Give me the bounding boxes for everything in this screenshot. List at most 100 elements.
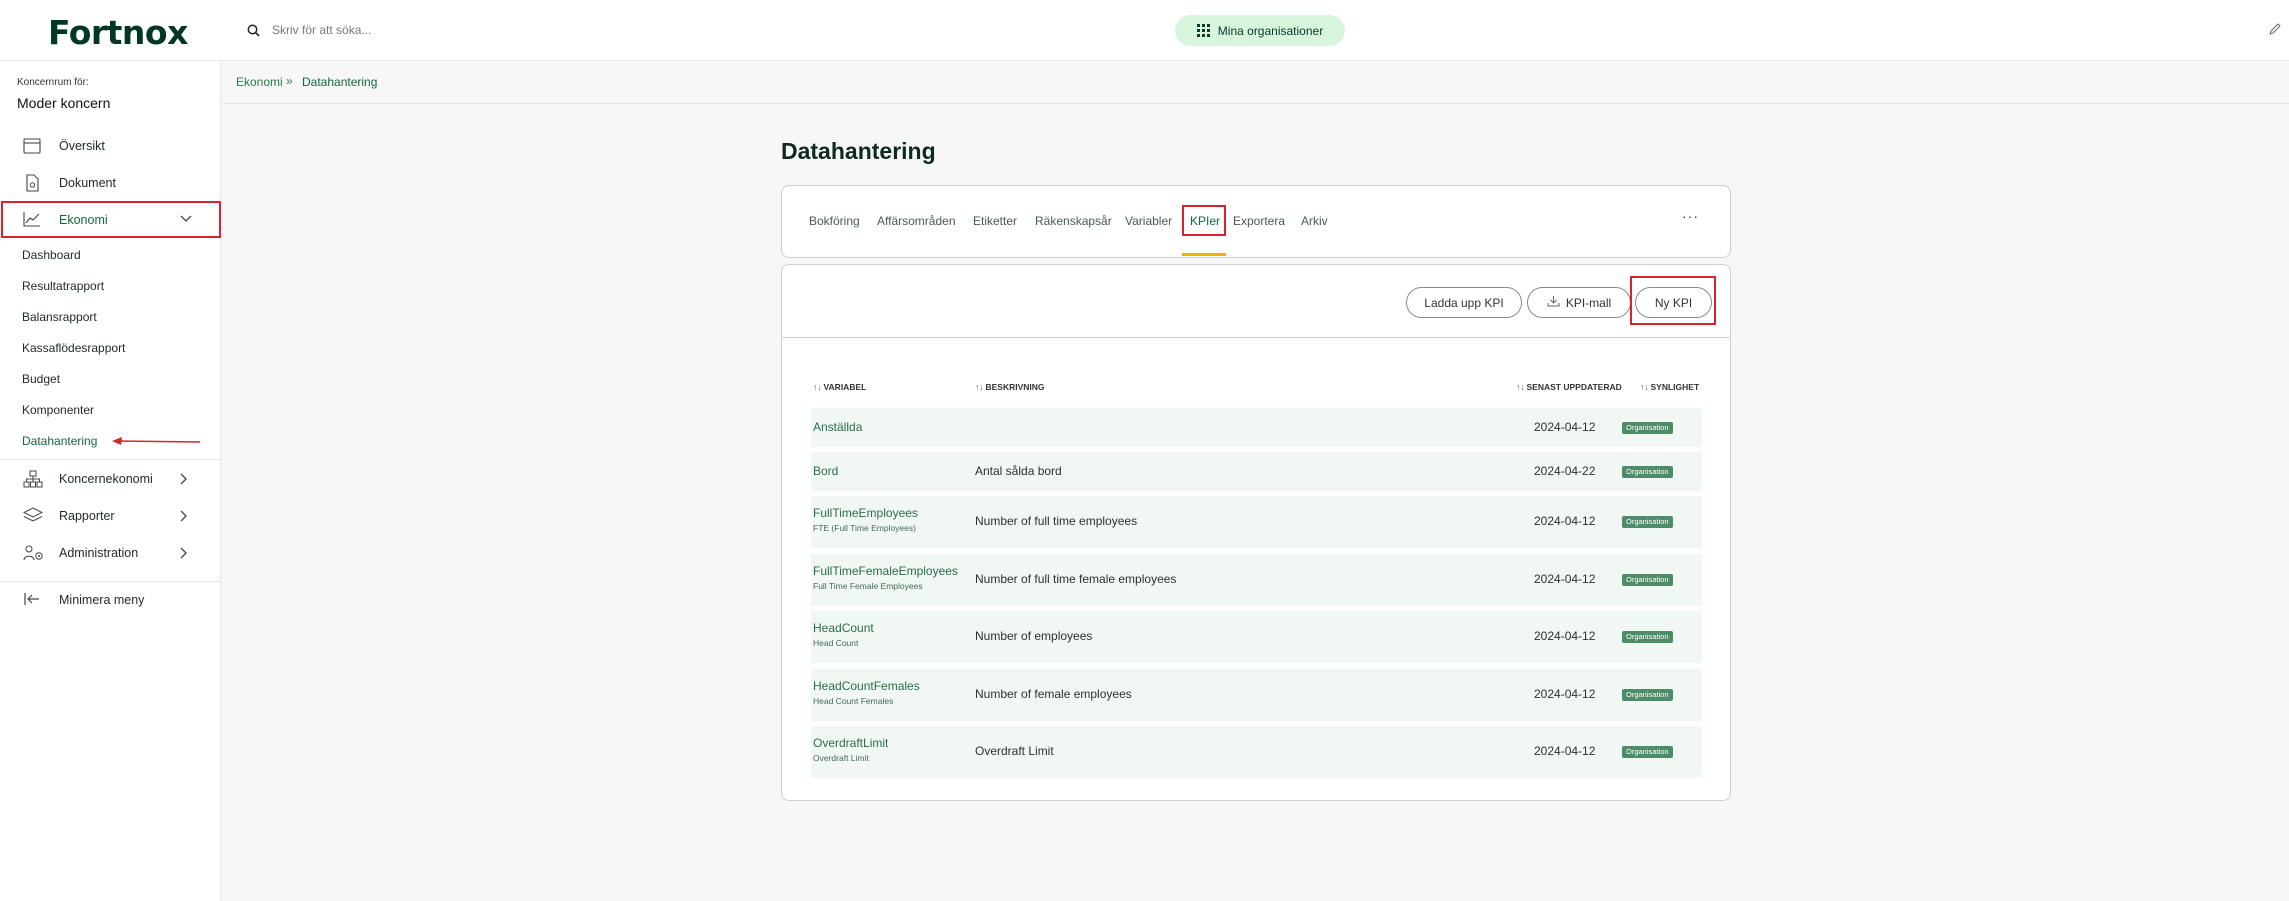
pencil-icon[interactable] [2268, 22, 2282, 41]
sidebar-subitem-kassaflodesrapport[interactable]: Kassaflödesrapport [22, 341, 125, 355]
cell-variable[interactable]: FullTimeEmployees [813, 506, 918, 520]
tab-kpier[interactable]: KPIer [1190, 214, 1220, 228]
breadcrumb: Ekonomi » Datahantering [222, 61, 2289, 104]
cell-updated: 2024-04-12 [1534, 514, 1596, 528]
sidebar-subitem-dashboard[interactable]: Dashboard [22, 248, 81, 262]
sidebar-divider [0, 459, 221, 460]
header-label: BESKRIVNING [985, 382, 1045, 392]
cell-variable[interactable]: HeadCount [813, 621, 874, 635]
column-header-senast-uppdaterad[interactable]: ↑↓ SENAST UPPDATERAD [1516, 382, 1622, 392]
column-header-variabel[interactable]: ↑↓ VARIABEL [813, 382, 866, 392]
sidebar-item-label: Administration [59, 546, 139, 560]
tab-variabler[interactable]: Variabler [1125, 214, 1172, 228]
tab-bokforing[interactable]: Bokföring [809, 214, 860, 228]
tab-exportera[interactable]: Exportera [1233, 214, 1285, 228]
visibility-badge: Organisation [1622, 631, 1673, 643]
cell-updated: 2024-04-12 [1534, 744, 1596, 758]
table-row[interactable]: FullTimeFemaleEmployees Full Time Female… [811, 554, 1702, 606]
sidebar-item-label: Översikt [59, 139, 105, 153]
sidebar-subitem-datahantering[interactable]: Datahantering [22, 434, 97, 448]
cell-description: Number of full time employees [975, 514, 1138, 528]
sidebar-subitem-balansrapport[interactable]: Balansrapport [22, 310, 97, 324]
top-bar: Fortnox Mina organisationer [0, 0, 2289, 61]
cell-updated: 2024-04-22 [1534, 464, 1596, 478]
cell-description: Number of employees [975, 629, 1093, 643]
visibility-badge: Organisation [1622, 516, 1673, 528]
header-label: SENAST UPPDATERAD [1526, 382, 1622, 392]
sidebar-subitem-budget[interactable]: Budget [22, 372, 60, 386]
my-organisations-button[interactable]: Mina organisationer [1175, 15, 1345, 46]
org-tree-icon [23, 470, 43, 488]
chart-line-icon [23, 211, 43, 229]
column-header-synlighet[interactable]: ↑↓ SYNLIGHET [1640, 382, 1699, 392]
more-options-button[interactable]: ··· [1682, 208, 1699, 224]
minimize-menu-button[interactable]: Minimera meny [0, 582, 221, 618]
breadcrumb-ekonomi[interactable]: Ekonomi [236, 75, 283, 89]
people-gear-icon [23, 544, 43, 562]
sort-icon: ↑↓ [975, 382, 984, 392]
breadcrumb-current: Datahantering [302, 75, 378, 89]
kpi-card: Ladda upp KPI KPI-mall Ny KPI ↑↓ VARIABEL… [781, 264, 1731, 801]
table-row[interactable]: HeadCount Head Count Number of employees… [811, 611, 1702, 663]
tab-affarsomraden[interactable]: Affärsområden [877, 214, 956, 228]
sidebar-item-dokument[interactable]: Dokument [0, 165, 221, 201]
org-button-label: Mina organisationer [1217, 23, 1324, 38]
cell-variable[interactable]: OverdraftLimit [813, 736, 888, 750]
header-label: VARIABEL [823, 382, 867, 392]
table-row[interactable]: Anställda 2024-04-12 Organisation [811, 408, 1702, 447]
sidebar-item-koncernekonomi[interactable]: Koncernekonomi [0, 461, 221, 497]
sidebar-item-administration[interactable]: Administration [0, 535, 221, 571]
cell-variable-subtitle: Head Count [813, 638, 859, 648]
sidebar-item-rapporter[interactable]: Rapporter [0, 498, 221, 534]
table-row[interactable]: HeadCountFemales Head Count Females Numb… [811, 669, 1702, 721]
sidebar-item-label: Ekonomi [59, 213, 108, 227]
sidebar-item-oversikt[interactable]: Översikt [0, 128, 221, 164]
fortnox-logo[interactable]: Fortnox [48, 13, 188, 52]
cell-description: Overdraft Limit [975, 744, 1054, 758]
sidebar-item-ekonomi[interactable]: Ekonomi [0, 202, 221, 238]
cell-variable-subtitle: Head Count Females [813, 696, 894, 706]
document-icon [23, 174, 43, 192]
kpi-template-label: KPI-mall [1565, 295, 1612, 310]
header-label: SYNLIGHET [1650, 382, 1700, 392]
visibility-badge: Organisation [1622, 689, 1673, 701]
sort-icon: ↑↓ [1640, 382, 1649, 392]
cell-updated: 2024-04-12 [1534, 687, 1596, 701]
sidebar-subitem-komponenter[interactable]: Komponenter [22, 403, 94, 417]
column-header-beskrivning[interactable]: ↑↓ BESKRIVNING [975, 382, 1045, 392]
sidebar-item-label: Rapporter [59, 509, 115, 523]
cell-description: Number of full time female employees [975, 572, 1177, 586]
sort-icon: ↑↓ [1516, 382, 1525, 392]
sidebar-subitem-resultatrapport[interactable]: Resultatrapport [22, 279, 104, 293]
new-kpi-button[interactable]: Ny KPI [1635, 287, 1712, 318]
search-bar [242, 18, 642, 42]
table-row[interactable]: Bord Antal sålda bord 2024-04-22 Organis… [811, 452, 1702, 491]
cell-updated: 2024-04-12 [1534, 420, 1596, 434]
upload-kpi-button[interactable]: Ladda upp KPI [1406, 287, 1522, 318]
visibility-badge: Organisation [1622, 574, 1673, 586]
upload-kpi-label: Ladda upp KPI [1424, 295, 1504, 310]
chevron-down-icon [179, 213, 193, 227]
table-row[interactable]: OverdraftLimit Overdraft Limit Overdraft… [811, 726, 1702, 778]
cell-updated: 2024-04-12 [1534, 572, 1596, 586]
chevron-right-icon [179, 472, 189, 489]
cell-variable[interactable]: HeadCountFemales [813, 679, 920, 693]
visibility-badge: Organisation [1622, 422, 1673, 434]
cell-description: Antal sålda bord [975, 464, 1062, 478]
layers-icon [22, 507, 44, 525]
cell-variable[interactable]: FullTimeFemaleEmployees [813, 564, 958, 578]
kpi-template-button[interactable]: KPI-mall [1527, 287, 1631, 318]
table-row[interactable]: FullTimeEmployees FTE (Full Time Employe… [811, 496, 1702, 548]
tab-etiketter[interactable]: Etiketter [973, 214, 1017, 228]
tab-arkiv[interactable]: Arkiv [1301, 214, 1328, 228]
active-tab-indicator [1182, 253, 1226, 256]
chevron-right-icon [179, 546, 189, 563]
sidebar-subtitle: Koncernrum för: [17, 77, 89, 88]
search-input[interactable] [272, 23, 572, 37]
cell-variable[interactable]: Bord [813, 464, 838, 478]
tab-rakenskapsar[interactable]: Räkenskapsår [1035, 214, 1112, 228]
sort-icon: ↑↓ [813, 382, 822, 392]
cell-variable[interactable]: Anställda [813, 420, 862, 434]
page-title: Datahantering [781, 138, 936, 164]
minimize-menu-label: Minimera meny [59, 593, 145, 607]
